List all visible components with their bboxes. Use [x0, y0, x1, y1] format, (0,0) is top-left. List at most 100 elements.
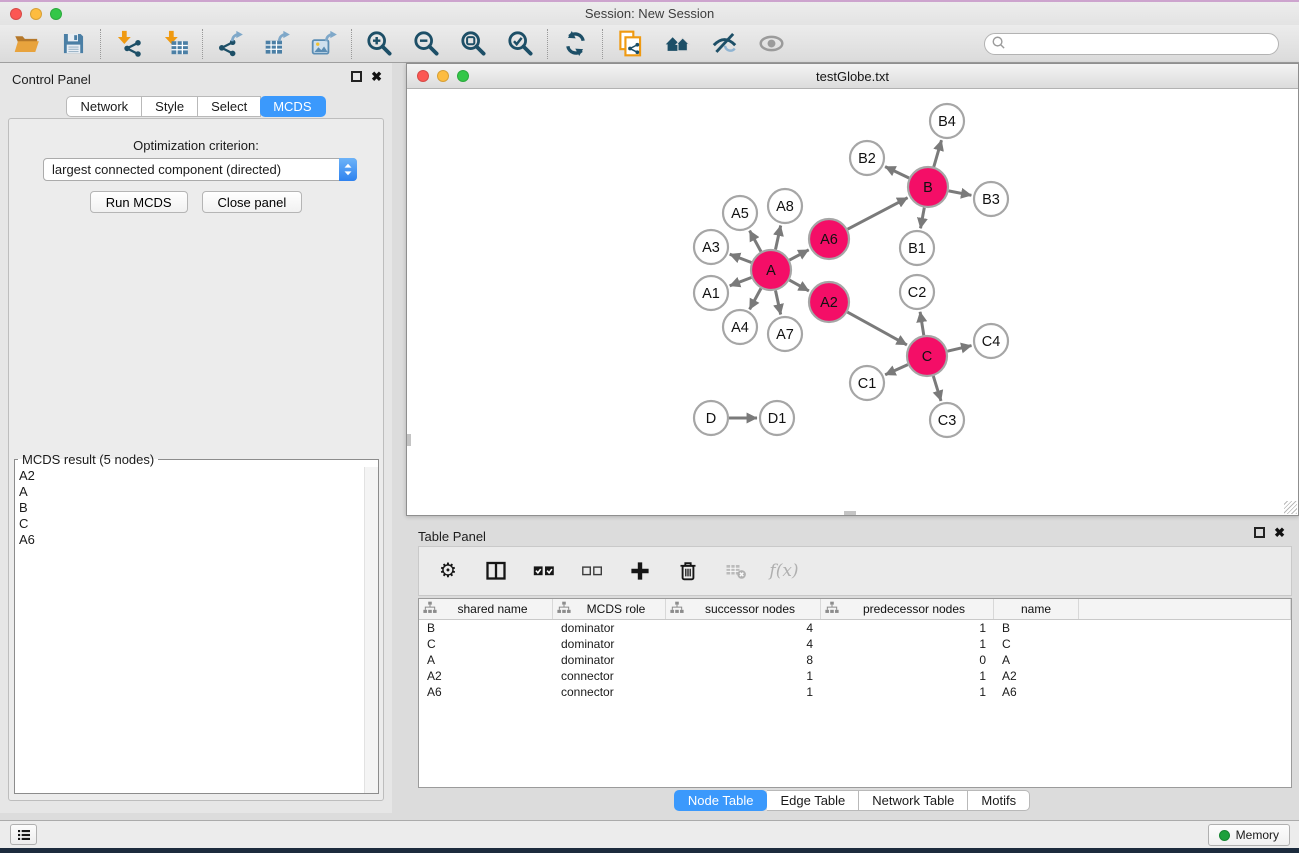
column-header-shared-name[interactable]: shared name	[419, 599, 553, 619]
edge-C-C1[interactable]	[885, 365, 908, 375]
edge-A-A1[interactable]	[730, 278, 752, 286]
edge-A-A2[interactable]	[789, 280, 809, 291]
export-image-icon[interactable]	[310, 30, 338, 58]
eye-slash-icon[interactable]	[710, 30, 738, 58]
copy-network-icon[interactable]	[616, 30, 644, 58]
node-B[interactable]: B	[908, 167, 948, 207]
edge-B-B2[interactable]	[885, 167, 909, 178]
gear-icon[interactable]: ⚙	[436, 559, 460, 583]
table-close-panel-icon[interactable]: ✖	[1274, 527, 1285, 538]
run-mcds-button[interactable]: Run MCDS	[90, 191, 188, 213]
edge-A-A5[interactable]	[750, 231, 761, 252]
node-A1[interactable]: A1	[694, 276, 728, 310]
zoom-selected-icon[interactable]	[506, 30, 534, 58]
edge-B-B4[interactable]	[934, 140, 942, 167]
save-icon[interactable]	[59, 30, 87, 58]
trash-icon[interactable]	[676, 559, 700, 583]
tab-network-table[interactable]: Network Table	[859, 790, 968, 811]
network-window: testGlobe.txt B4B2BB3A8A5A6A3B1AA1C2A2A4…	[406, 63, 1299, 516]
node-B4[interactable]: B4	[930, 104, 964, 138]
eye-icon[interactable]	[757, 30, 785, 58]
column-header-predecessor-nodes[interactable]: predecessor nodes	[821, 599, 994, 619]
edge-A-A4[interactable]	[750, 288, 761, 309]
import-table-icon[interactable]	[161, 30, 189, 58]
node-D[interactable]: D	[694, 401, 728, 435]
edge-C-C3[interactable]	[933, 376, 941, 401]
export-table-icon[interactable]	[263, 30, 291, 58]
close-panel-button[interactable]: Close panel	[202, 191, 303, 213]
node-C[interactable]: C	[907, 336, 947, 376]
column-header-name[interactable]: name	[994, 599, 1079, 619]
svg-text:A8: A8	[776, 199, 794, 215]
tab-select[interactable]: Select	[198, 96, 261, 117]
edge-A2-C[interactable]	[847, 312, 907, 345]
table-row[interactable]: A2connector11A2	[419, 668, 1291, 684]
node-A[interactable]: A	[751, 250, 791, 290]
folder-open-icon[interactable]	[12, 30, 40, 58]
edge-C-C4[interactable]	[947, 346, 971, 352]
checked-boxes-icon[interactable]	[532, 559, 556, 583]
node-A2[interactable]: A2	[809, 282, 849, 322]
node-C1[interactable]: C1	[850, 366, 884, 400]
network-canvas[interactable]: B4 B2 B B3 A8 A5 A6 A3 B1 A A1 C2 A2 A4 A7 C4 C C1 C3 D D1	[407, 90, 1298, 515]
zoom-out-icon[interactable]	[412, 30, 440, 58]
table-row[interactable]: Adominator80A	[419, 652, 1291, 668]
edge-A-A3[interactable]	[730, 254, 752, 262]
node-B2[interactable]: B2	[850, 141, 884, 175]
tab-edge-table[interactable]: Edge Table	[767, 790, 859, 811]
search-box[interactable]	[984, 33, 1279, 55]
search-input[interactable]	[1006, 37, 1272, 51]
result-list-item[interactable]: B	[19, 500, 378, 516]
float-panel-icon[interactable]	[351, 71, 362, 82]
node-C2[interactable]: C2	[900, 275, 934, 309]
tab-motifs[interactable]: Motifs	[968, 790, 1030, 811]
edge-B-B1[interactable]	[921, 208, 925, 229]
houses-icon[interactable]	[663, 30, 691, 58]
zoom-fit-icon[interactable]	[459, 30, 487, 58]
table-row[interactable]: Bdominator41B	[419, 620, 1291, 636]
window-resize-grip[interactable]	[1284, 501, 1297, 514]
split-columns-icon[interactable]	[484, 559, 508, 583]
tab-network[interactable]: Network	[66, 96, 142, 117]
node-A5[interactable]: A5	[723, 196, 757, 230]
node-B1[interactable]: B1	[900, 231, 934, 265]
result-list-item[interactable]: C	[19, 516, 378, 532]
edge-A-A8[interactable]	[776, 226, 781, 250]
column-header-successor-nodes[interactable]: successor nodes	[666, 599, 821, 619]
table-float-panel-icon[interactable]	[1254, 527, 1265, 538]
node-A8[interactable]: A8	[768, 189, 802, 223]
edge-A6-B[interactable]	[848, 198, 908, 230]
node-A3[interactable]: A3	[694, 230, 728, 264]
tab-node-table[interactable]: Node Table	[674, 790, 768, 811]
show-panels-button[interactable]	[10, 824, 37, 845]
node-A4[interactable]: A4	[723, 310, 757, 344]
plus-icon[interactable]	[628, 559, 652, 583]
node-B3[interactable]: B3	[974, 182, 1008, 216]
result-list-item[interactable]: A	[19, 484, 378, 500]
node-D1[interactable]: D1	[760, 401, 794, 435]
edge-A-A7[interactable]	[776, 291, 781, 315]
edge-A-A6[interactable]	[790, 250, 809, 260]
edge-C-C2[interactable]	[920, 312, 924, 336]
tab-mcds[interactable]: MCDS	[260, 96, 325, 117]
edge-B-B3[interactable]	[949, 191, 972, 195]
memory-button[interactable]: Memory	[1208, 824, 1290, 846]
result-scrollbar[interactable]	[364, 467, 378, 793]
node-A6[interactable]: A6	[809, 219, 849, 259]
zoom-in-icon[interactable]	[365, 30, 393, 58]
result-list-item[interactable]: A2	[19, 468, 378, 484]
node-A7[interactable]: A7	[768, 317, 802, 351]
unchecked-boxes-icon[interactable]	[580, 559, 604, 583]
optimization-criterion-select[interactable]: largest connected component (directed)	[43, 158, 357, 181]
export-network-icon[interactable]	[216, 30, 244, 58]
table-row[interactable]: A6connector11A6	[419, 684, 1291, 700]
refresh-icon[interactable]	[561, 30, 589, 58]
import-network-icon[interactable]	[114, 30, 142, 58]
column-header-MCDS-role[interactable]: MCDS role	[553, 599, 666, 619]
node-C3[interactable]: C3	[930, 403, 964, 437]
close-panel-icon[interactable]: ✖	[371, 71, 382, 82]
table-row[interactable]: Cdominator41C	[419, 636, 1291, 652]
node-C4[interactable]: C4	[974, 324, 1008, 358]
tab-style[interactable]: Style	[142, 96, 198, 117]
result-list-item[interactable]: A6	[19, 532, 378, 548]
